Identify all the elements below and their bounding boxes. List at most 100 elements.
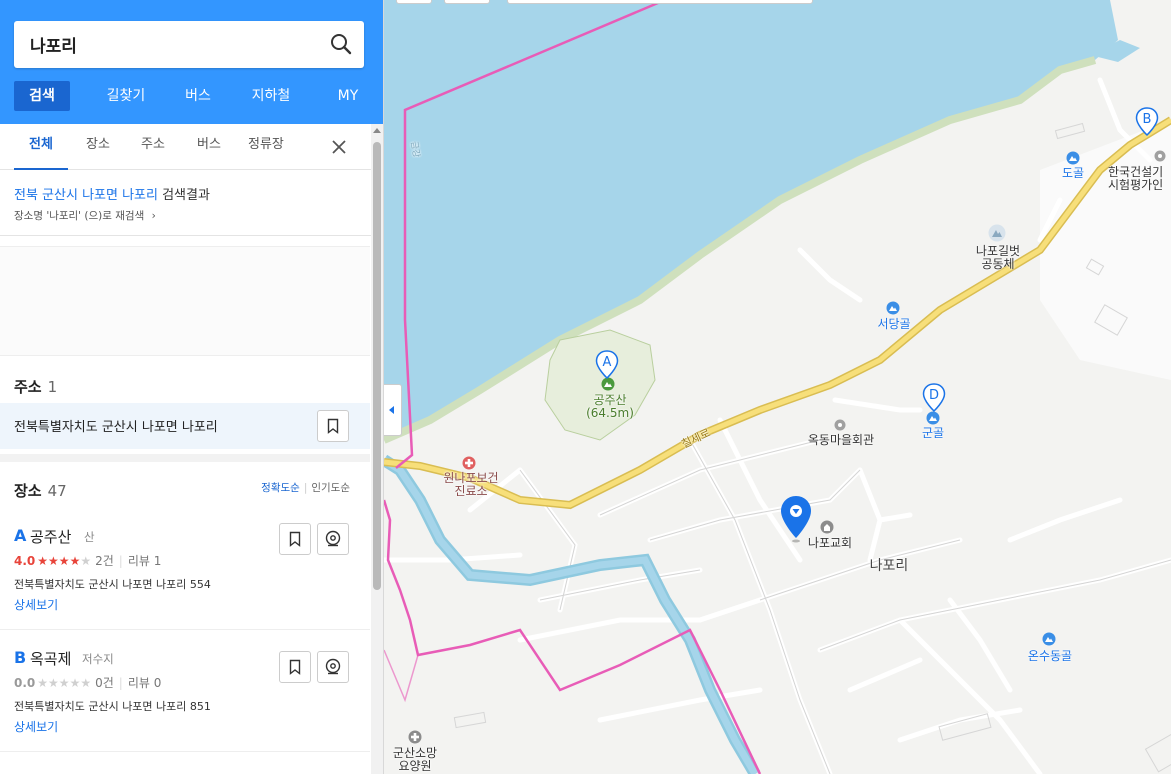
rating-separator: | (118, 675, 123, 690)
place-category: 저수지 (82, 652, 114, 666)
filter-tab-stops[interactable]: 정류장 (248, 124, 284, 170)
selected-location-pin[interactable] (779, 494, 813, 544)
panel-scrollbar[interactable] (371, 124, 383, 774)
village-icon-onsudong[interactable] (1042, 632, 1056, 646)
label-hanguk-2: 시험평가인 (1108, 178, 1164, 192)
nursing-home-icon[interactable] (408, 730, 422, 744)
nav-tabs: 검색 길찾기 버스 지하철 MY (14, 81, 368, 111)
label-onsudong[interactable]: 온수동골 (1022, 650, 1078, 663)
search-input[interactable] (30, 21, 320, 68)
address-count: 1 (47, 378, 58, 396)
village-icon-seodanggol[interactable] (886, 301, 900, 315)
facility-dot-icon[interactable] (1154, 150, 1166, 162)
marker-d-letter: D (929, 388, 939, 403)
bookmark-icon (327, 418, 339, 434)
place-section-title: 장소 47 (14, 480, 67, 501)
nav-tab-subway[interactable]: 지하철 (240, 81, 302, 111)
star-rating-icon: ★★★★★ (37, 554, 91, 568)
scroll-up-arrow-icon[interactable] (373, 128, 381, 133)
research-text[interactable]: 장소명 '나포리' (으)로 재검색 (14, 210, 144, 222)
star-icon: ★ (80, 553, 92, 568)
community-icon[interactable] (988, 224, 1006, 242)
roadview-icon (325, 530, 341, 547)
label-gongjusan[interactable]: 공주산 (64.5m) (582, 394, 638, 420)
nav-tab-bus[interactable]: 버스 (176, 81, 220, 111)
panel-header: 검색 길찾기 버스 지하철 MY (0, 0, 383, 124)
filter-tab-bus[interactable]: 버스 (197, 124, 221, 170)
review-count[interactable]: 리뷰 0 (128, 674, 162, 691)
place-roadview-button[interactable] (317, 651, 349, 683)
star-rating-icon: ★★★★★ (37, 676, 91, 690)
place-item-a[interactable]: A 공주산 산 4.0 ★★★★★ 2건 | 리뷰 1 전북특별자치도 군산시 … (0, 514, 370, 630)
review-count[interactable]: 리뷰 1 (128, 552, 162, 569)
scrollbar-thumb[interactable] (373, 142, 381, 590)
research-link[interactable]: 장소명 '나포리' (으)로 재검색 › (14, 208, 156, 223)
nav-tab-directions[interactable]: 길찾기 (80, 81, 172, 111)
filter-tab-all[interactable]: 전체 (14, 124, 68, 170)
place-roadview-button[interactable] (317, 523, 349, 555)
result-info: 전북 군산시 나포면 나포리 검색결과 장소명 '나포리' (으)로 재검색 › (0, 170, 383, 236)
place-letter: B (14, 648, 27, 667)
search-panel: 검색 길찾기 버스 지하철 MY 전체 장소 주소 버스 정류장 전북 군산시 … (0, 0, 384, 774)
place-detail-link[interactable]: 상세보기 (14, 718, 58, 735)
place-rating: 4.0 ★★★★★ 2건 | 리뷰 1 (14, 552, 161, 569)
star-icon: ★ (58, 553, 70, 568)
label-gungol[interactable]: 군골 (916, 427, 950, 440)
marker-d-pin[interactable]: D (922, 383, 946, 413)
address-result-text[interactable]: 전북특별자치도 군산시 나포면 나포리 (14, 416, 218, 435)
filter-tabs: 전체 장소 주소 버스 정류장 (0, 124, 383, 170)
result-query[interactable]: 전북 군산시 나포면 나포리 (14, 188, 158, 203)
label-hanguk-test[interactable]: 한국건설기 시험평가인 (1108, 166, 1171, 192)
search-icon[interactable] (328, 31, 354, 57)
label-seodanggol[interactable]: 서당골 (872, 318, 916, 331)
bookmark-icon (289, 659, 301, 675)
nav-tab-my[interactable]: MY (330, 81, 366, 111)
place-category: 산 (84, 530, 95, 544)
place-bookmark-button[interactable] (279, 523, 311, 555)
result-suffix: 검색결과 (157, 188, 210, 203)
place-section-header: 장소 47 정확도순 | 인기도순 (0, 462, 370, 514)
address-result-row[interactable]: 전북특별자치도 군산시 나포면 나포리 (0, 403, 370, 449)
church-icon[interactable] (820, 520, 834, 534)
address-section: 주소 1 전북특별자치도 군산시 나포면 나포리 (0, 366, 370, 452)
hall-dot-icon[interactable] (834, 419, 846, 431)
map-control-1[interactable] (396, 0, 432, 4)
star-icon: ★ (80, 675, 92, 690)
label-gongjusan-height: (64.5m) (586, 406, 634, 420)
place-name[interactable]: 옥곡제 (30, 648, 71, 669)
label-wonnapo-clinic[interactable]: 원나포보건 진료소 (441, 472, 501, 498)
village-icon-dogol[interactable] (1066, 151, 1080, 165)
panel-collapse-button[interactable] (384, 384, 402, 436)
sort-popular-button[interactable]: 인기도순 (311, 482, 350, 494)
village-icon-gungol[interactable] (926, 411, 940, 425)
label-dogol[interactable]: 도골 (1056, 167, 1090, 180)
rating-score: 4.0 (14, 553, 36, 568)
label-napogilbeot-2: 공동체 (981, 257, 1015, 271)
close-icon[interactable] (331, 139, 347, 155)
label-napori-area: 나포리 (869, 558, 909, 574)
place-name[interactable]: 공주산 (30, 526, 71, 547)
label-okdong-hall[interactable]: 옥동마을회관 (803, 434, 879, 447)
marker-a-letter: A (603, 355, 612, 370)
filter-tab-address[interactable]: 주소 (141, 124, 165, 170)
place-detail-link[interactable]: 상세보기 (14, 596, 58, 613)
place-bookmark-button[interactable] (279, 651, 311, 683)
app-root: 공주산 (64.5m) 원나포보건 진료소 옥동마을회관 나포교회 나포리 서당… (0, 0, 1171, 774)
filter-tab-places[interactable]: 장소 (86, 124, 110, 170)
label-gunsan-nursing[interactable]: 군산소망 요양원 (386, 747, 444, 773)
map-control-3[interactable] (507, 0, 813, 4)
label-napogilbeot[interactable]: 나포길벗 공동체 (970, 245, 1026, 271)
star-icon: ★ (69, 553, 81, 568)
map-control-2[interactable] (444, 0, 490, 4)
sort-accuracy-button[interactable]: 정확도순 (261, 482, 300, 494)
place-item-b[interactable]: B 옥곡제 저수지 0.0 ★★★★★ 0건 | 리뷰 0 전북특별자치도 군산… (0, 636, 370, 752)
marker-a-pin[interactable]: A (595, 350, 619, 380)
star-icon: ★ (58, 675, 70, 690)
star-icon: ★ (48, 553, 59, 568)
nav-tab-search[interactable]: 검색 (14, 81, 70, 111)
sort-options: 정확도순 | 인기도순 (261, 480, 350, 495)
clinic-cross-icon[interactable] (462, 456, 476, 470)
section-divider (0, 454, 370, 462)
marker-b-pin[interactable]: B (1135, 107, 1159, 137)
address-bookmark-button[interactable] (317, 410, 349, 442)
